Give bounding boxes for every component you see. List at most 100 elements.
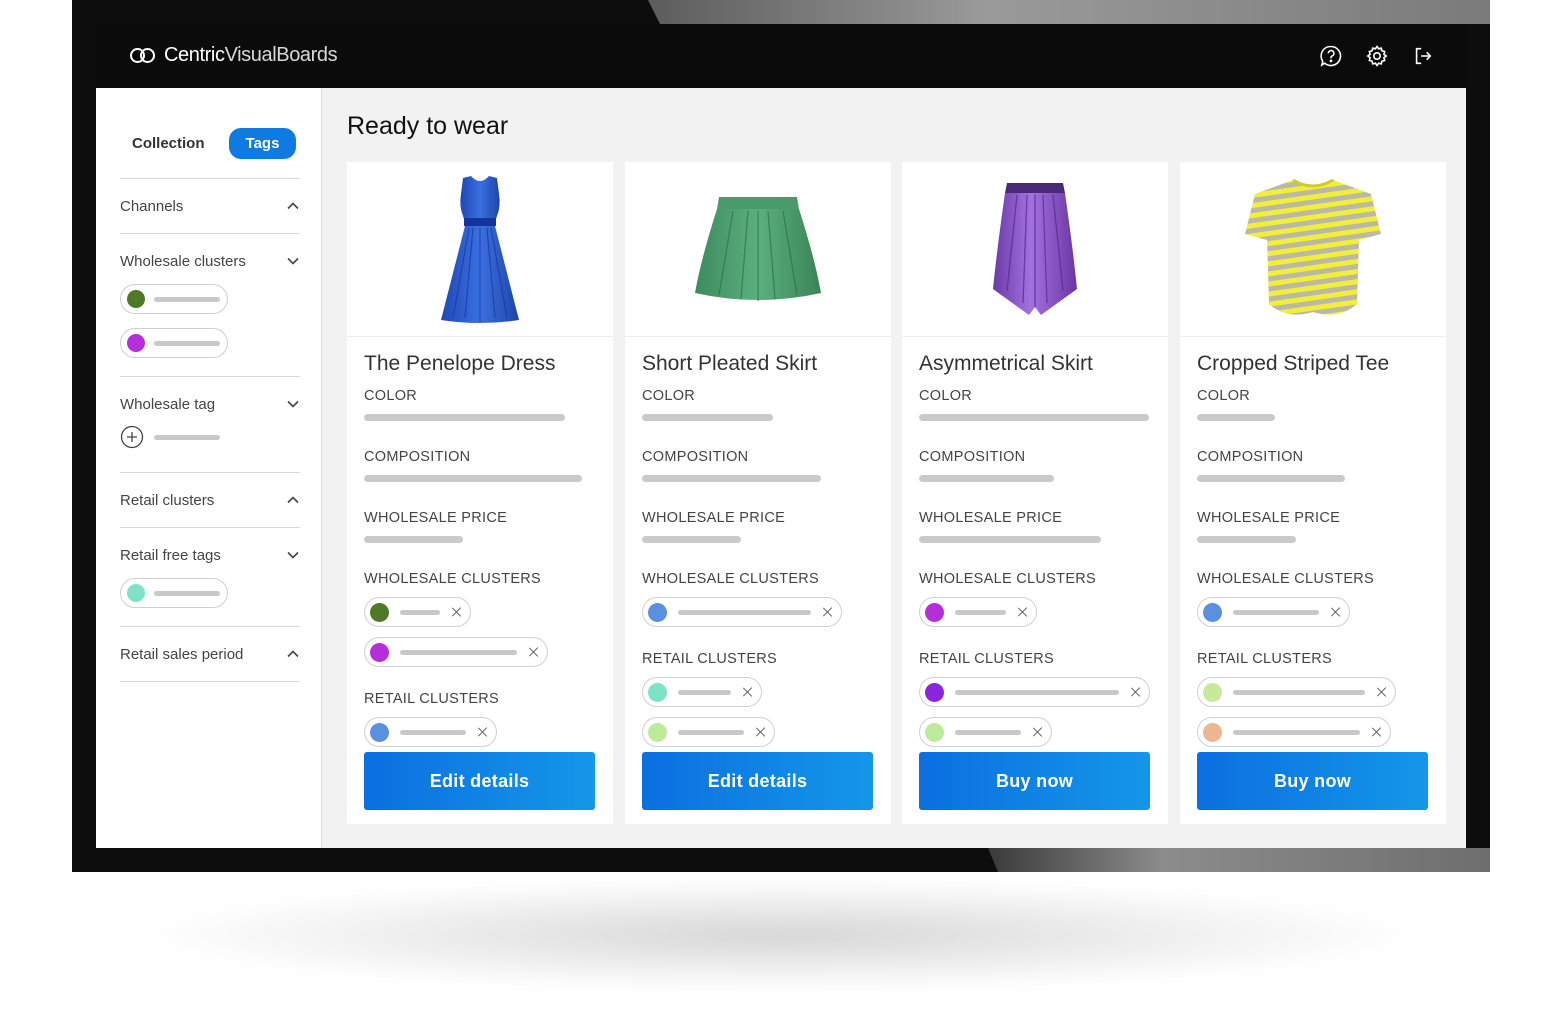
color-value-placeholder (642, 414, 773, 421)
cluster-chip[interactable] (1197, 597, 1350, 627)
cluster-chip[interactable] (120, 328, 228, 358)
settings-icon[interactable] (1364, 43, 1390, 69)
cluster-color-dot (1203, 602, 1222, 622)
composition-value-placeholder (364, 475, 582, 482)
cluster-chip[interactable] (1197, 717, 1391, 747)
edit-details-button[interactable]: Edit details (642, 752, 873, 810)
section-channels: Channels (120, 178, 300, 233)
field-label-color: COLOR (919, 388, 973, 404)
buy-now-button[interactable]: Buy now (919, 752, 1150, 810)
remove-icon[interactable] (756, 727, 766, 737)
cluster-chip[interactable] (642, 597, 842, 627)
section-label: Wholesale tag (120, 395, 216, 413)
section-wholesale-clusters: Wholesale clusters (120, 233, 300, 372)
cluster-chip[interactable] (364, 637, 548, 667)
section-header[interactable]: Wholesale clusters (120, 234, 300, 288)
remove-icon[interactable] (529, 647, 539, 657)
edit-details-button[interactable]: Edit details (364, 752, 595, 810)
field-label-wholesale-price: WHOLESALE PRICE (642, 510, 786, 526)
field-label-color: COLOR (1197, 388, 1251, 404)
remove-icon[interactable] (1018, 607, 1028, 617)
toggle-tags[interactable]: Tags (228, 128, 297, 159)
section-header[interactable]: Channels (120, 179, 300, 233)
section-label: Retail sales period (120, 645, 244, 663)
cluster-color-dot (370, 602, 389, 622)
field-label-wholesale-clusters: WHOLESALE CLUSTERS (919, 571, 1097, 587)
remove-icon[interactable] (1131, 687, 1141, 697)
price-value-placeholder (1197, 536, 1296, 543)
section-header[interactable]: Retail free tags (120, 528, 300, 582)
cluster-chip[interactable] (919, 717, 1052, 747)
logout-icon[interactable] (1410, 43, 1436, 69)
help-icon[interactable] (1318, 43, 1344, 69)
product-image[interactable] (347, 162, 613, 337)
cluster-color-dot (1203, 682, 1222, 702)
remove-icon[interactable] (743, 687, 753, 697)
tee-image (1245, 178, 1381, 315)
cluster-chip[interactable] (642, 677, 762, 707)
field-label-composition: COMPOSITION (919, 449, 1026, 465)
tag-placeholder (154, 434, 220, 440)
monitor-frame: CentricVisualBoards Collection Tags Chan… (72, 0, 1490, 872)
field-label-retail-clusters: RETAIL CLUSTERS (919, 651, 1055, 667)
cluster-color-dot (648, 682, 667, 702)
logo-icon (130, 47, 156, 65)
section-label: Retail clusters (120, 491, 215, 509)
chevron-up-icon (287, 496, 299, 504)
section-header[interactable]: Wholesale tag (120, 377, 300, 431)
remove-icon[interactable] (478, 727, 488, 737)
product-card[interactable]: The Penelope Dress COLOR COMPOSITION WHO… (347, 162, 613, 824)
tag-chip[interactable] (120, 578, 228, 608)
cluster-color-dot (925, 682, 944, 702)
dress-image (441, 176, 519, 323)
section-wholesale-tag: Wholesale tag (120, 376, 300, 469)
cluster-chip[interactable] (919, 677, 1150, 707)
remove-icon[interactable] (1331, 607, 1341, 617)
cluster-chip[interactable] (642, 717, 775, 747)
toggle-collection[interactable]: Collection (120, 129, 217, 158)
product-image[interactable] (902, 162, 1168, 337)
composition-value-placeholder (919, 475, 1054, 482)
cluster-chip[interactable] (120, 284, 228, 314)
field-label-color: COLOR (642, 388, 696, 404)
cluster-chip[interactable] (364, 597, 471, 627)
color-value-placeholder (1197, 414, 1275, 421)
cluster-color-dot (648, 602, 667, 622)
top-bar: CentricVisualBoards (96, 24, 1466, 88)
section-header[interactable]: Retail clusters (120, 473, 300, 527)
section-header[interactable]: Retail sales period (120, 627, 300, 681)
remove-icon[interactable] (1377, 687, 1387, 697)
product-name: The Penelope Dress (364, 352, 556, 375)
add-tag-icon[interactable] (120, 425, 144, 449)
chevron-up-icon (287, 202, 299, 210)
cluster-chip[interactable] (919, 597, 1037, 627)
field-label-composition: COMPOSITION (1197, 449, 1304, 465)
product-image[interactable] (625, 162, 891, 337)
brand-logo[interactable]: CentricVisualBoards (130, 44, 338, 67)
field-label-composition: COMPOSITION (642, 449, 749, 465)
product-image[interactable] (1180, 162, 1446, 337)
frame-glare (648, 0, 1490, 24)
composition-value-placeholder (1197, 475, 1345, 482)
buy-now-button[interactable]: Buy now (1197, 752, 1428, 810)
product-card[interactable]: Short Pleated Skirt COLOR COMPOSITION WH… (625, 162, 891, 824)
color-value-placeholder (364, 414, 565, 421)
cluster-chip[interactable] (364, 717, 497, 747)
filter-sidebar: Collection Tags Channels Wholesale clust… (96, 88, 322, 848)
field-label-wholesale-clusters: WHOLESALE CLUSTERS (642, 571, 820, 587)
remove-icon[interactable] (452, 607, 462, 617)
frame-glare (988, 848, 1490, 872)
price-value-placeholder (919, 536, 1101, 543)
remove-icon[interactable] (1372, 727, 1382, 737)
chevron-down-icon (287, 400, 299, 408)
field-label-composition: COMPOSITION (364, 449, 471, 465)
remove-icon[interactable] (823, 607, 833, 617)
product-card[interactable]: Asymmetrical Skirt COLOR COMPOSITION WHO… (902, 162, 1168, 824)
field-label-color: COLOR (364, 388, 418, 404)
remove-icon[interactable] (1033, 727, 1043, 737)
field-label-wholesale-price: WHOLESALE PRICE (919, 510, 1063, 526)
section-label: Retail free tags (120, 546, 221, 564)
cluster-color-dot (925, 602, 944, 622)
product-card[interactable]: Cropped Striped Tee COLOR COMPOSITION WH… (1180, 162, 1446, 824)
cluster-chip[interactable] (1197, 677, 1396, 707)
